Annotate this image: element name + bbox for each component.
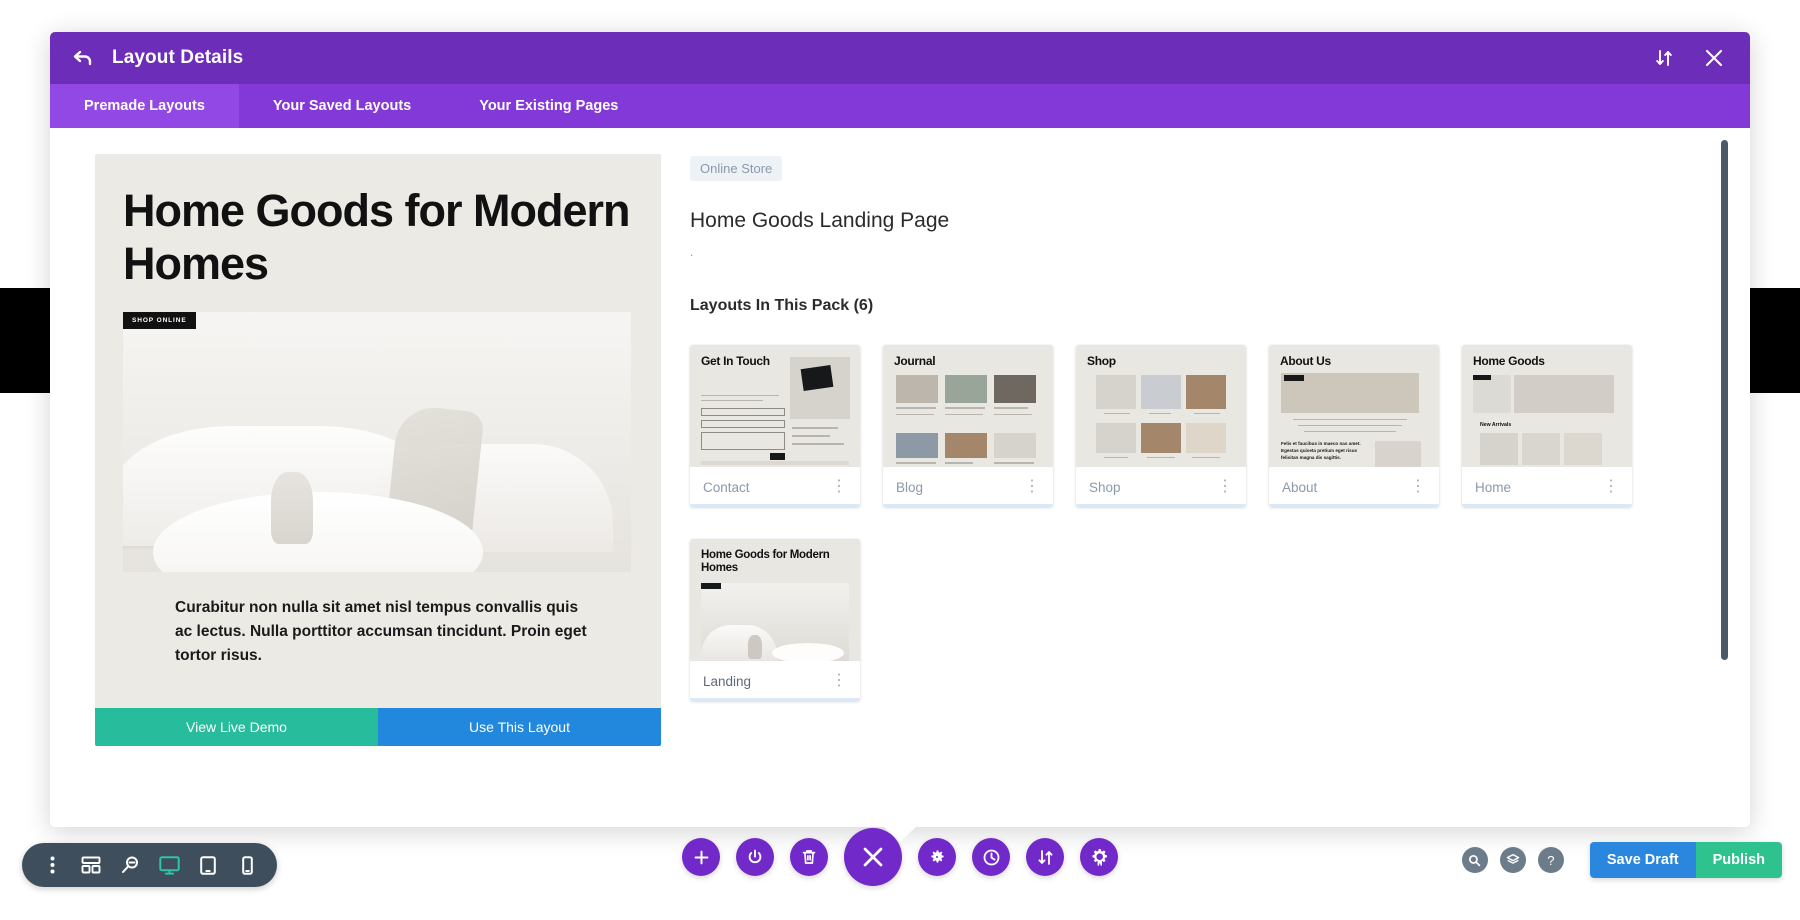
more-vertical-icon[interactable]: ⋮ <box>1410 482 1426 492</box>
tab-label: Your Existing Pages <box>479 98 618 114</box>
layout-card-blog[interactable]: Journal <box>883 345 1053 507</box>
close-x-icon[interactable] <box>1702 46 1726 70</box>
modal-header-left: Layout Details <box>72 47 243 69</box>
layout-preview-card: Home Goods for Modern Homes SHOP ONLINE … <box>95 154 661 746</box>
layout-preview-column: Home Goods for Modern Homes SHOP ONLINE … <box>50 128 670 827</box>
more-vertical-icon[interactable]: ⋮ <box>1024 482 1040 492</box>
editor-bottom-toolbar: ? Save Draft Publish <box>0 828 1800 920</box>
publish-button[interactable]: Publish <box>1696 842 1782 878</box>
layout-card-footer: Shop ⋮ <box>1076 467 1246 507</box>
search-icon[interactable] <box>1462 847 1488 873</box>
portability-gear-icon[interactable] <box>1080 838 1118 876</box>
add-icon[interactable] <box>682 838 720 876</box>
thumb-home-section: New Arrivals <box>1480 422 1511 428</box>
view-mode-dock <box>22 843 277 887</box>
layout-thumbnail: Home Goods for Modern Homes <box>690 539 860 661</box>
details-scrollbar-thumb[interactable] <box>1721 140 1728 660</box>
more-vertical-icon[interactable]: ⋮ <box>1217 482 1233 492</box>
layout-card-footer: Contact ⋮ <box>690 467 860 507</box>
thumb-title: Home Goods <box>1473 355 1621 368</box>
sort-updown-icon[interactable] <box>1652 46 1676 70</box>
layout-details-modal: Layout Details Premade Layouts Your Save… <box>50 32 1750 827</box>
layout-thumbnail: Get In Touch <box>690 345 860 467</box>
layout-card-home[interactable]: Home Goods New Arrivals Home ⋮ <box>1462 345 1632 507</box>
pack-details-column: Online Store Home Goods Landing Page . L… <box>670 128 1750 827</box>
modal-body: Home Goods for Modern Homes SHOP ONLINE … <box>50 128 1750 827</box>
phone-view-icon[interactable] <box>234 852 260 878</box>
power-icon[interactable] <box>736 838 774 876</box>
layout-card-label: Home <box>1475 480 1511 495</box>
gear-icon[interactable] <box>918 838 956 876</box>
layout-card-footer: Home ⋮ <box>1462 467 1632 507</box>
layout-thumbnail: About Us Felis et faucibus in maeco nas … <box>1269 345 1439 467</box>
layout-thumbnail: Home Goods New Arrivals <box>1462 345 1632 467</box>
tab-your-existing-pages[interactable]: Your Existing Pages <box>445 84 652 128</box>
close-x-icon[interactable] <box>844 828 902 886</box>
layout-card-footer: Blog ⋮ <box>883 467 1053 507</box>
layout-card-label: Shop <box>1089 480 1121 495</box>
layout-card-label: About <box>1282 480 1317 495</box>
preview-action-bar: View Live Demo Use This Layout <box>95 708 661 746</box>
history-icon[interactable] <box>972 838 1010 876</box>
pack-category-badge: Online Store <box>690 156 782 181</box>
layout-thumbnail: Shop <box>1076 345 1246 467</box>
preview-photo: SHOP ONLINE <box>123 312 631 572</box>
pack-title: Home Goods Landing Page <box>690 209 1690 233</box>
thumb-about-body: Felis et faucibus in maeco nas amet. Ege… <box>1281 441 1369 462</box>
layout-card-label: Contact <box>703 480 750 495</box>
shop-online-badge: SHOP ONLINE <box>123 312 196 329</box>
use-this-layout-button[interactable]: Use This Layout <box>378 708 661 746</box>
pack-description: . <box>690 245 1690 259</box>
more-vertical-icon[interactable]: ⋮ <box>1603 482 1619 492</box>
page-right-edge-band <box>1748 288 1800 393</box>
trash-icon[interactable] <box>790 838 828 876</box>
modal-header: Layout Details <box>50 32 1750 84</box>
layout-card-landing[interactable]: Home Goods for Modern Homes Landing ⋮ <box>690 539 860 701</box>
layout-card-shop[interactable]: Shop Shop <box>1076 345 1246 507</box>
tablet-view-icon[interactable] <box>195 852 221 878</box>
modal-header-right <box>1652 46 1726 70</box>
publish-button-group: Save Draft Publish <box>1590 842 1782 878</box>
main-action-dock <box>682 828 1118 886</box>
save-draft-button[interactable]: Save Draft <box>1590 842 1696 878</box>
page-title: Layout Details <box>112 47 243 69</box>
sort-updown-icon[interactable] <box>1026 838 1064 876</box>
thumb-title: About Us <box>1280 355 1428 368</box>
view-live-demo-button[interactable]: View Live Demo <box>95 708 378 746</box>
pack-section-title: Layouts In This Pack (6) <box>690 297 1690 315</box>
layout-thumbnail: Journal <box>883 345 1053 467</box>
tab-label: Your Saved Layouts <box>273 98 411 114</box>
modal-tabbar: Premade Layouts Your Saved Layouts Your … <box>50 84 1750 128</box>
tab-premade-layouts[interactable]: Premade Layouts <box>50 84 239 128</box>
layout-card-about[interactable]: About Us Felis et faucibus in maeco nas … <box>1269 345 1439 507</box>
layout-card-label: Landing <box>703 674 751 689</box>
tab-label: Premade Layouts <box>84 98 205 114</box>
photo-shape-vase <box>271 472 313 544</box>
details-scrollbar[interactable] <box>1721 140 1728 660</box>
back-arrow-icon[interactable] <box>72 47 94 69</box>
thumb-title: Get In Touch <box>701 355 775 368</box>
preview-inner: Home Goods for Modern Homes SHOP ONLINE … <box>95 154 661 668</box>
layout-card-label: Blog <box>896 480 923 495</box>
layouts-grid: Get In Touch <box>690 345 1690 701</box>
layout-card-contact[interactable]: Get In Touch <box>690 345 860 507</box>
more-vertical-icon[interactable] <box>39 852 65 878</box>
thumb-title: Shop <box>1087 355 1235 368</box>
utility-dock: ? Save Draft Publish <box>1462 842 1782 878</box>
thumb-title: Home Goods for Modern Homes <box>701 549 831 575</box>
thumb-title: Journal <box>894 355 1042 368</box>
help-icon[interactable]: ? <box>1538 847 1564 873</box>
preview-body-text: Curabitur non nulla sit amet nisl tempus… <box>123 596 633 668</box>
desktop-view-icon[interactable] <box>156 852 182 878</box>
more-vertical-icon[interactable]: ⋮ <box>831 482 847 492</box>
tab-your-saved-layouts[interactable]: Your Saved Layouts <box>239 84 445 128</box>
layout-card-footer: Landing ⋮ <box>690 661 860 701</box>
page-left-edge-band <box>0 288 52 393</box>
more-vertical-icon[interactable]: ⋮ <box>831 676 847 686</box>
wireframe-icon[interactable] <box>78 852 104 878</box>
zoom-out-icon[interactable] <box>117 852 143 878</box>
preview-headline: Home Goods for Modern Homes <box>123 184 633 290</box>
layout-card-footer: About ⋮ <box>1269 467 1439 507</box>
layers-icon[interactable] <box>1500 847 1526 873</box>
